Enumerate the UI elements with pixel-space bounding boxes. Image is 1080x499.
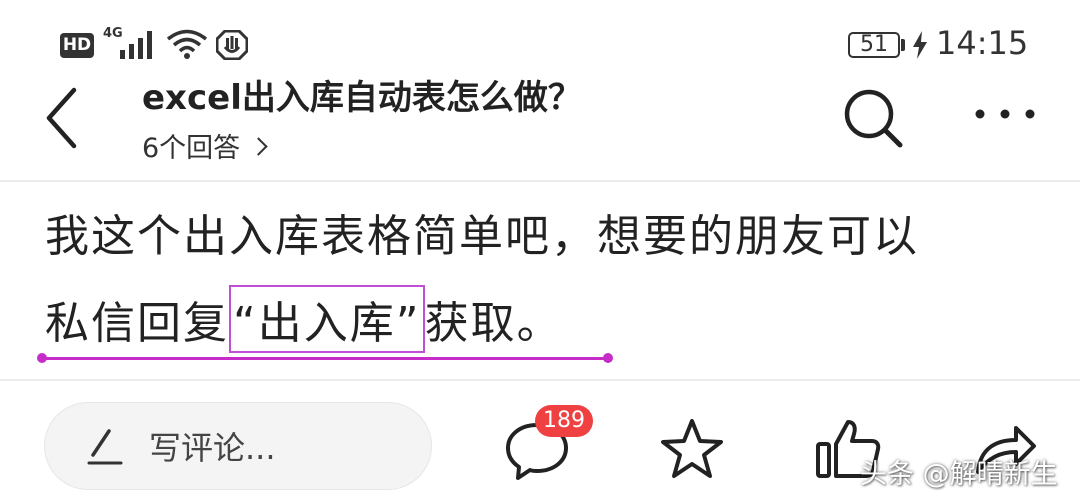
content-divider bbox=[0, 379, 1080, 381]
charging-icon bbox=[913, 31, 927, 59]
answer-text-prefix: 私信回复 bbox=[45, 298, 229, 349]
selection-handle-start[interactable] bbox=[37, 353, 47, 363]
answer-text-suffix: 获取。 bbox=[424, 298, 563, 349]
favorite-button[interactable] bbox=[656, 415, 728, 485]
selection-handle-end[interactable] bbox=[603, 353, 613, 363]
hand-icon bbox=[216, 30, 248, 60]
pen-icon bbox=[87, 429, 123, 465]
write-comment-input[interactable]: 写评论... bbox=[44, 402, 432, 490]
battery-indicator: 51 bbox=[848, 32, 900, 58]
comment-placeholder: 写评论... bbox=[149, 429, 276, 467]
search-icon bbox=[844, 89, 903, 148]
status-time: 14:15 bbox=[936, 24, 1029, 62]
more-options-button[interactable] bbox=[970, 94, 1040, 134]
header-divider bbox=[0, 180, 1080, 182]
watermark: 头条 @解晴新生 bbox=[860, 459, 1058, 490]
answer-text-line-1: 我这个出入库表格简单吧，想要的朋友可以 bbox=[45, 211, 919, 262]
signal-icon bbox=[120, 31, 152, 59]
status-bar: HD 4G 51 14:15 bbox=[0, 0, 1080, 80]
answer-text-line-2: 私信回复“出入库”获取。 bbox=[45, 285, 563, 353]
answers-count: 6个回答 bbox=[142, 133, 241, 164]
battery-level: 51 bbox=[860, 32, 888, 57]
question-title[interactable]: excel出入库自动表怎么做？ bbox=[142, 70, 582, 119]
hd-badge: HD bbox=[60, 33, 94, 58]
back-button[interactable] bbox=[30, 78, 100, 158]
back-arrow-icon bbox=[46, 87, 77, 149]
selection-underline bbox=[42, 357, 608, 360]
search-button[interactable] bbox=[838, 84, 908, 154]
chevron-right-icon bbox=[249, 137, 268, 156]
comment-count-badge: 189 bbox=[535, 405, 593, 437]
star-icon bbox=[661, 419, 723, 478]
battery-tip bbox=[901, 39, 905, 51]
answers-link[interactable]: 6个回答 bbox=[142, 126, 268, 165]
keyword-highlight: “出入库” bbox=[229, 285, 425, 353]
wifi-icon bbox=[166, 29, 208, 59]
more-icon bbox=[975, 109, 1035, 119]
